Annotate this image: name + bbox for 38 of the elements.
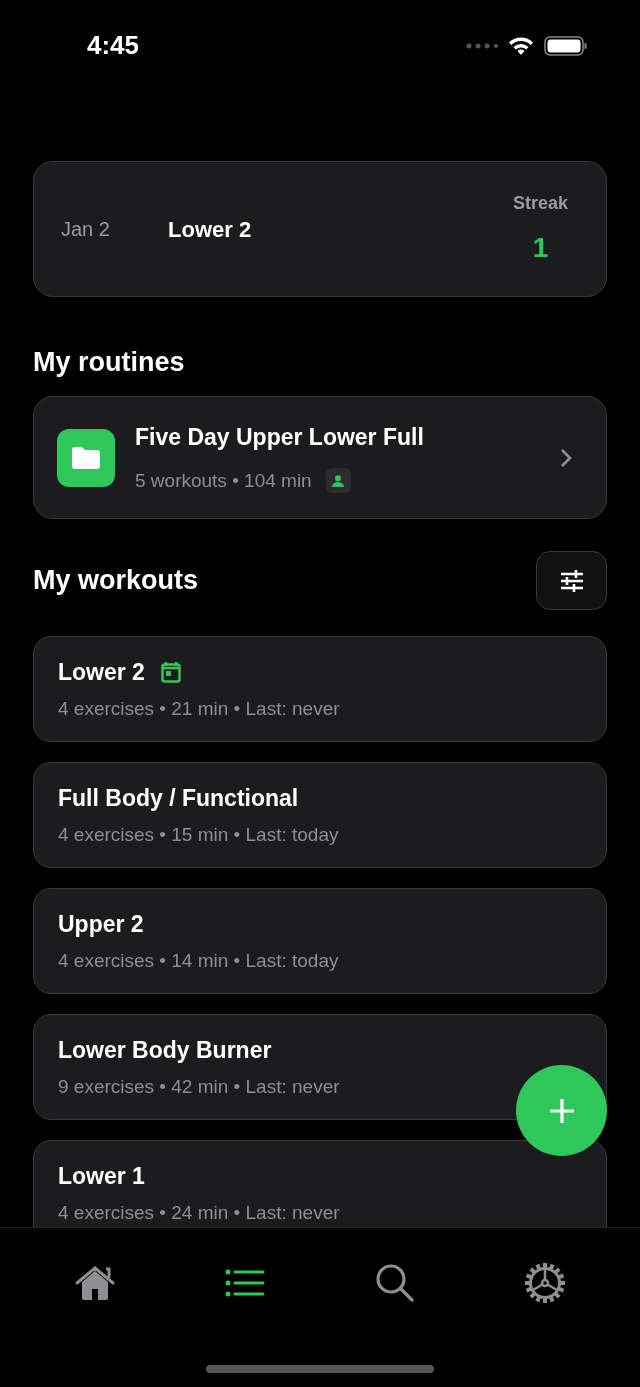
workout-meta: 4 exercises • 15 min • Last: today — [58, 823, 340, 847]
workout-card[interactable]: Upper 2 4 exercises • 14 min • Last: today — [33, 888, 607, 994]
list-icon — [225, 1269, 265, 1297]
workout-meta: 4 exercises • 14 min • Last: today — [58, 949, 340, 973]
plus-icon — [548, 1097, 575, 1124]
search-icon — [376, 1264, 414, 1302]
workout-name: Upper 2 — [58, 909, 144, 939]
battery-icon — [544, 35, 588, 56]
chevron-icon — [560, 447, 572, 468]
status-time: 4:45 — [87, 29, 140, 62]
settings-icon — [525, 1263, 565, 1303]
workout-name: Lower 1 — [58, 1161, 145, 1191]
wifi-icon — [508, 35, 534, 56]
streak-value: 1 — [532, 230, 549, 265]
routine-meta: 5 workouts • 104 min — [135, 468, 312, 493]
workout-card[interactable]: Lower 1 4 exercises • 24 min • Last: never — [33, 1140, 607, 1227]
workout-name: Lower Body Burner — [58, 1035, 272, 1065]
workout-card[interactable]: Full Body / Functional 4 exercises • 15 min • Last: today — [33, 762, 607, 868]
signal-icon — [466, 42, 498, 49]
sliders-icon — [559, 569, 584, 592]
section-heading: My workouts — [33, 564, 199, 598]
workout-card[interactable]: Lower 2 4 exercises • 21 min • Last: never — [33, 636, 607, 742]
streak-label: Streak — [512, 191, 568, 215]
workout-name: Full Body / Functional — [58, 783, 299, 813]
routine-card[interactable]: Five Day Upper Lower Full 5 workouts • 104 min — [33, 396, 607, 519]
routine-name: Five Day Upper Lower Full — [135, 423, 425, 452]
filter-button[interactable] — [536, 551, 607, 610]
streak-card[interactable]: Jan 2 Lower 2 Streak 1 — [33, 161, 607, 297]
workout-name: Lower 2 — [58, 657, 145, 687]
date-text: Jan 2 — [61, 217, 111, 242]
workout-meta: 4 exercises • 24 min • Last: never — [58, 1201, 341, 1225]
workout-name: Lower 2 — [168, 215, 253, 244]
section-heading: My routines — [33, 346, 186, 379]
folder-icon — [57, 428, 115, 487]
workout-card[interactable]: Lower Body Burner 9 exercises • 42 min • Last: never — [33, 1014, 607, 1120]
workout-meta: 4 exercises • 21 min • Last: never — [58, 697, 341, 721]
workout-meta: 9 exercises • 42 min • Last: never — [58, 1075, 341, 1099]
home-icon — [75, 1265, 115, 1301]
